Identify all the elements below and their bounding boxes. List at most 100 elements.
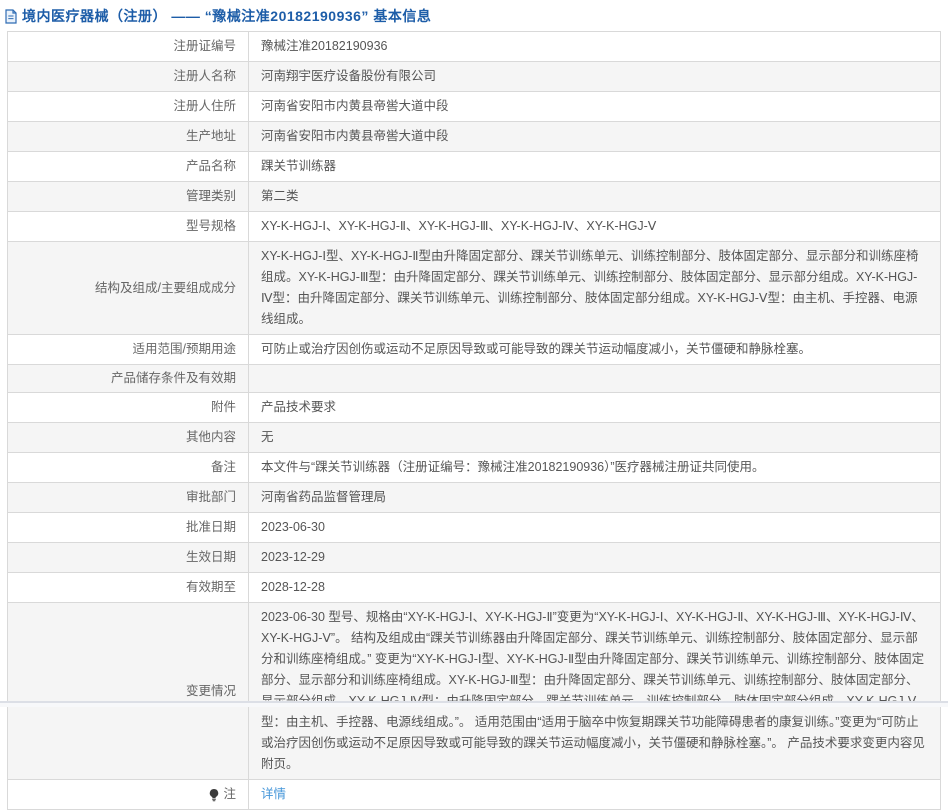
table-row: 型号规格 XY-K-HGJ-Ⅰ、XY-K-HGJ-Ⅱ、XY-K-HGJ-Ⅲ、XY… (8, 212, 940, 242)
row-value-text: 河南省安阳市内黄县帝喾大道中段 (261, 96, 449, 117)
row-label-text: 批准日期 (186, 519, 236, 536)
row-label: 批准日期 (8, 513, 249, 542)
row-label: 变更情况 (8, 603, 249, 779)
table-row: 管理类别 第二类 (8, 182, 940, 212)
row-label: 注册证编号 (8, 32, 249, 61)
table-row: 其他内容 无 (8, 423, 940, 453)
row-value: 详情 (249, 780, 940, 809)
table-row: 适用范围/预期用途 可防止或治疗因创伤或运动不足原因导致或可能导致的踝关节运动幅… (8, 335, 940, 365)
row-value: 豫械注准20182190936 (249, 32, 940, 61)
page-title: 境内医疗器械（注册） —— “豫械注准20182190936” 基本信息 (22, 6, 431, 26)
table-row: 产品储存条件及有效期 (8, 365, 940, 393)
row-label-text: 注册人住所 (173, 98, 236, 115)
table-row: 备注 本文件与“踝关节训练器（注册证编号：豫械注准20182190936）”医疗… (8, 453, 940, 483)
table-row: 有效期至 2028-12-28 (8, 573, 940, 603)
row-label-text: 生效日期 (186, 549, 236, 566)
row-value: 河南翔宇医疗设备股份有限公司 (249, 62, 940, 91)
info-table: 注册证编号 豫械注准20182190936 注册人名称 河南翔宇医疗设备股份有限… (7, 31, 941, 810)
bottom-divider (0, 701, 948, 707)
row-value-text: 河南省安阳市内黄县帝喾大道中段 (261, 126, 449, 147)
row-value-text: 河南翔宇医疗设备股份有限公司 (261, 66, 436, 87)
row-value: XY-K-HGJ-Ⅰ型、XY-K-HGJ-Ⅱ型由升降固定部分、踝关节训练单元、训… (249, 242, 940, 334)
row-value: 第二类 (249, 182, 940, 211)
row-label-text: 结构及组成/主要组成成分 (95, 280, 236, 297)
row-value-text: 无 (261, 427, 274, 448)
row-label: 生效日期 (8, 543, 249, 572)
row-label: 注 (8, 780, 249, 809)
table-row: 注册人住所 河南省安阳市内黄县帝喾大道中段 (8, 92, 940, 122)
row-value (249, 365, 940, 392)
detail-link[interactable]: 详情 (261, 784, 286, 805)
row-value-text: XY-K-HGJ-Ⅰ、XY-K-HGJ-Ⅱ、XY-K-HGJ-Ⅲ、XY-K-HG… (261, 216, 656, 237)
table-row: 生效日期 2023-12-29 (8, 543, 940, 573)
page-header: 境内医疗器械（注册） —— “豫械注准20182190936” 基本信息 (0, 0, 948, 31)
table-row: 结构及组成/主要组成成分 XY-K-HGJ-Ⅰ型、XY-K-HGJ-Ⅱ型由升降固… (8, 242, 940, 335)
row-value: 河南省安阳市内黄县帝喾大道中段 (249, 122, 940, 151)
row-label-text: 注册证编号 (173, 38, 236, 55)
row-label-text: 管理类别 (186, 188, 236, 205)
row-value: 2023-06-30 (249, 513, 940, 542)
row-label: 其他内容 (8, 423, 249, 452)
row-label-text: 审批部门 (186, 489, 236, 506)
page: 境内医疗器械（注册） —— “豫械注准20182190936” 基本信息 注册证… (0, 0, 948, 707)
row-label-text: 变更情况 (186, 683, 236, 700)
row-label-text: 型号规格 (186, 218, 236, 235)
table-row: 变更情况 2023-06-30 型号、规格由“XY-K-HGJ-Ⅰ、XY-K-H… (8, 603, 940, 780)
row-value-text: 踝关节训练器 (261, 156, 336, 177)
row-label-text: 注 (223, 786, 236, 803)
row-label-text: 生产地址 (186, 128, 236, 145)
row-value-text: 本文件与“踝关节训练器（注册证编号：豫械注准20182190936）”医疗器械注… (261, 457, 765, 478)
row-label-text: 附件 (211, 399, 236, 416)
document-icon (4, 9, 18, 24)
table-row: 生产地址 河南省安阳市内黄县帝喾大道中段 (8, 122, 940, 152)
table-row: 批准日期 2023-06-30 (8, 513, 940, 543)
row-label-text: 产品储存条件及有效期 (111, 370, 236, 387)
row-label: 注册人名称 (8, 62, 249, 91)
row-label-text: 其他内容 (186, 429, 236, 446)
row-value-text: 可防止或治疗因创伤或运动不足原因导致或可能导致的踝关节运动幅度减小，关节僵硬和静… (261, 339, 811, 360)
row-label-text: 备注 (211, 459, 236, 476)
row-label-text: 产品名称 (186, 158, 236, 175)
row-value: 踝关节训练器 (249, 152, 940, 181)
row-value-text: 2028-12-28 (261, 577, 325, 598)
row-label: 适用范围/预期用途 (8, 335, 249, 364)
row-value: 可防止或治疗因创伤或运动不足原因导致或可能导致的踝关节运动幅度减小，关节僵硬和静… (249, 335, 940, 364)
table-row: 附件 产品技术要求 (8, 393, 940, 423)
row-label: 型号规格 (8, 212, 249, 241)
row-value-text: 豫械注准20182190936 (261, 36, 387, 57)
row-label: 注册人住所 (8, 92, 249, 121)
row-label: 审批部门 (8, 483, 249, 512)
table-row: 审批部门 河南省药品监督管理局 (8, 483, 940, 513)
row-value-text: 2023-06-30 (261, 517, 325, 538)
row-label: 管理类别 (8, 182, 249, 211)
row-value: XY-K-HGJ-Ⅰ、XY-K-HGJ-Ⅱ、XY-K-HGJ-Ⅲ、XY-K-HG… (249, 212, 940, 241)
row-label-text: 适用范围/预期用途 (133, 341, 236, 358)
table-row: 产品名称 踝关节训练器 (8, 152, 940, 182)
table-row: 注 详情 (8, 780, 940, 809)
row-value-text: 2023-06-30 型号、规格由“XY-K-HGJ-Ⅰ、XY-K-HGJ-Ⅱ”… (261, 607, 926, 775)
row-label: 有效期至 (8, 573, 249, 602)
row-label-text: 注册人名称 (173, 68, 236, 85)
row-value: 河南省安阳市内黄县帝喾大道中段 (249, 92, 940, 121)
row-label: 附件 (8, 393, 249, 422)
row-value-text: 第二类 (261, 186, 299, 207)
row-value: 2028-12-28 (249, 573, 940, 602)
table-row: 注册人名称 河南翔宇医疗设备股份有限公司 (8, 62, 940, 92)
row-value-text: 产品技术要求 (261, 397, 336, 418)
row-value-text: XY-K-HGJ-Ⅰ型、XY-K-HGJ-Ⅱ型由升降固定部分、踝关节训练单元、训… (261, 246, 926, 330)
row-value: 2023-06-30 型号、规格由“XY-K-HGJ-Ⅰ、XY-K-HGJ-Ⅱ”… (249, 603, 940, 779)
row-value: 2023-12-29 (249, 543, 940, 572)
row-value: 产品技术要求 (249, 393, 940, 422)
row-value: 本文件与“踝关节训练器（注册证编号：豫械注准20182190936）”医疗器械注… (249, 453, 940, 482)
row-label: 生产地址 (8, 122, 249, 151)
table-row: 注册证编号 豫械注准20182190936 (8, 32, 940, 62)
row-label: 产品名称 (8, 152, 249, 181)
row-label: 结构及组成/主要组成成分 (8, 242, 249, 334)
row-label: 产品储存条件及有效期 (8, 365, 249, 392)
row-label-text: 有效期至 (186, 579, 236, 596)
row-value: 河南省药品监督管理局 (249, 483, 940, 512)
row-value-text: 2023-12-29 (261, 547, 325, 568)
lightbulb-icon (208, 788, 220, 802)
row-value: 无 (249, 423, 940, 452)
row-label: 备注 (8, 453, 249, 482)
